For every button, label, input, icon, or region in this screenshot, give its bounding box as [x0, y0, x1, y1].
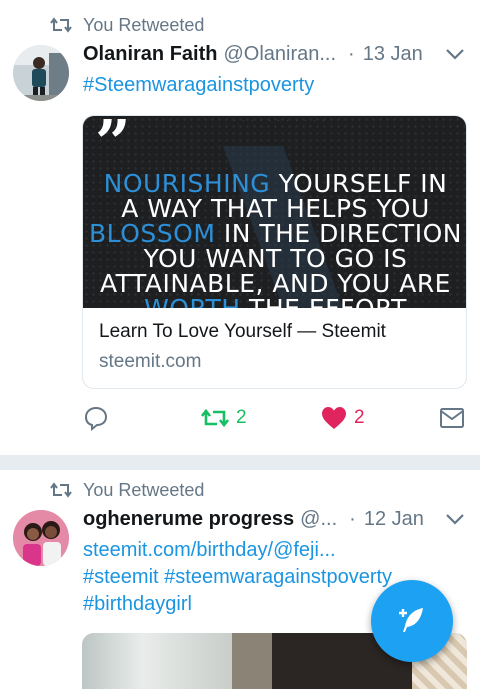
author-handle[interactable]: @Olaniran...: [223, 43, 336, 66]
retweet-button[interactable]: 2: [201, 400, 247, 436]
reply-button[interactable]: [83, 400, 109, 436]
tweet-header: oghenerume progress @... · 12 Jan: [83, 505, 465, 533]
hashtag-link[interactable]: #Steemwaragainstpoverty: [83, 74, 314, 97]
retweet-icon: [201, 408, 229, 428]
tweet-actions: 2 2: [83, 400, 468, 436]
tweet-link[interactable]: steemit.com/birthday/@feji...: [83, 539, 336, 562]
hashtag-link[interactable]: #birthdaygirl: [83, 593, 192, 616]
avatar[interactable]: [13, 45, 69, 101]
watermark: · · · · · · · · · · ·: [233, 116, 327, 125]
tweet[interactable]: You Retweeted Olaniran Faith @Olaniran..…: [0, 0, 480, 455]
separator-dot: ·: [349, 507, 356, 530]
author-name[interactable]: Olaniran Faith: [83, 43, 217, 66]
tweet-date[interactable]: 13 Jan: [363, 43, 423, 66]
avatar-image: [13, 45, 69, 101]
retweet-icon: [50, 482, 72, 498]
compose-button[interactable]: [371, 580, 453, 662]
retweet-context: You Retweeted: [50, 478, 204, 502]
link-card[interactable]: · · · · · · · · · · · ” NOURISHING YOURS…: [82, 115, 467, 389]
retweet-context: You Retweeted: [50, 13, 204, 37]
like-button[interactable]: 2: [321, 400, 365, 436]
quote-text: NOURISHING YOURSELF IN A WAY THAT HELPS …: [89, 169, 462, 308]
tweet-separator: [0, 455, 480, 470]
card-domain: steemit.com: [99, 351, 202, 372]
card-title: Learn To Love Yourself — Steemit: [99, 321, 386, 342]
quote-mark-icon: ”: [95, 116, 131, 179]
card-image: · · · · · · · · · · · ” NOURISHING YOURS…: [83, 116, 466, 308]
avatar[interactable]: [13, 510, 69, 566]
direct-message-button[interactable]: [439, 400, 465, 436]
avatar-image: [13, 510, 69, 566]
tweet-header: Olaniran Faith @Olaniran... · 13 Jan: [83, 40, 465, 68]
author-handle[interactable]: @...: [300, 508, 337, 531]
tweet-date[interactable]: 12 Jan: [364, 508, 424, 531]
separator-dot: ·: [348, 42, 355, 65]
like-count: 2: [354, 407, 365, 428]
retweet-label: You Retweeted: [83, 479, 205, 500]
author-name[interactable]: oghenerume progress: [83, 508, 294, 531]
compose-feather-icon: [399, 608, 423, 632]
retweet-count: 2: [236, 407, 247, 428]
hashtag-links[interactable]: #steemit #steemwaragainstpoverty: [83, 566, 392, 589]
reply-icon: [84, 406, 108, 431]
heart-icon: [322, 407, 346, 429]
chevron-down-icon[interactable]: [445, 513, 465, 525]
retweet-icon: [50, 17, 72, 33]
envelope-icon: [440, 408, 464, 428]
retweet-label: You Retweeted: [83, 14, 205, 35]
chevron-down-icon[interactable]: [445, 48, 465, 60]
